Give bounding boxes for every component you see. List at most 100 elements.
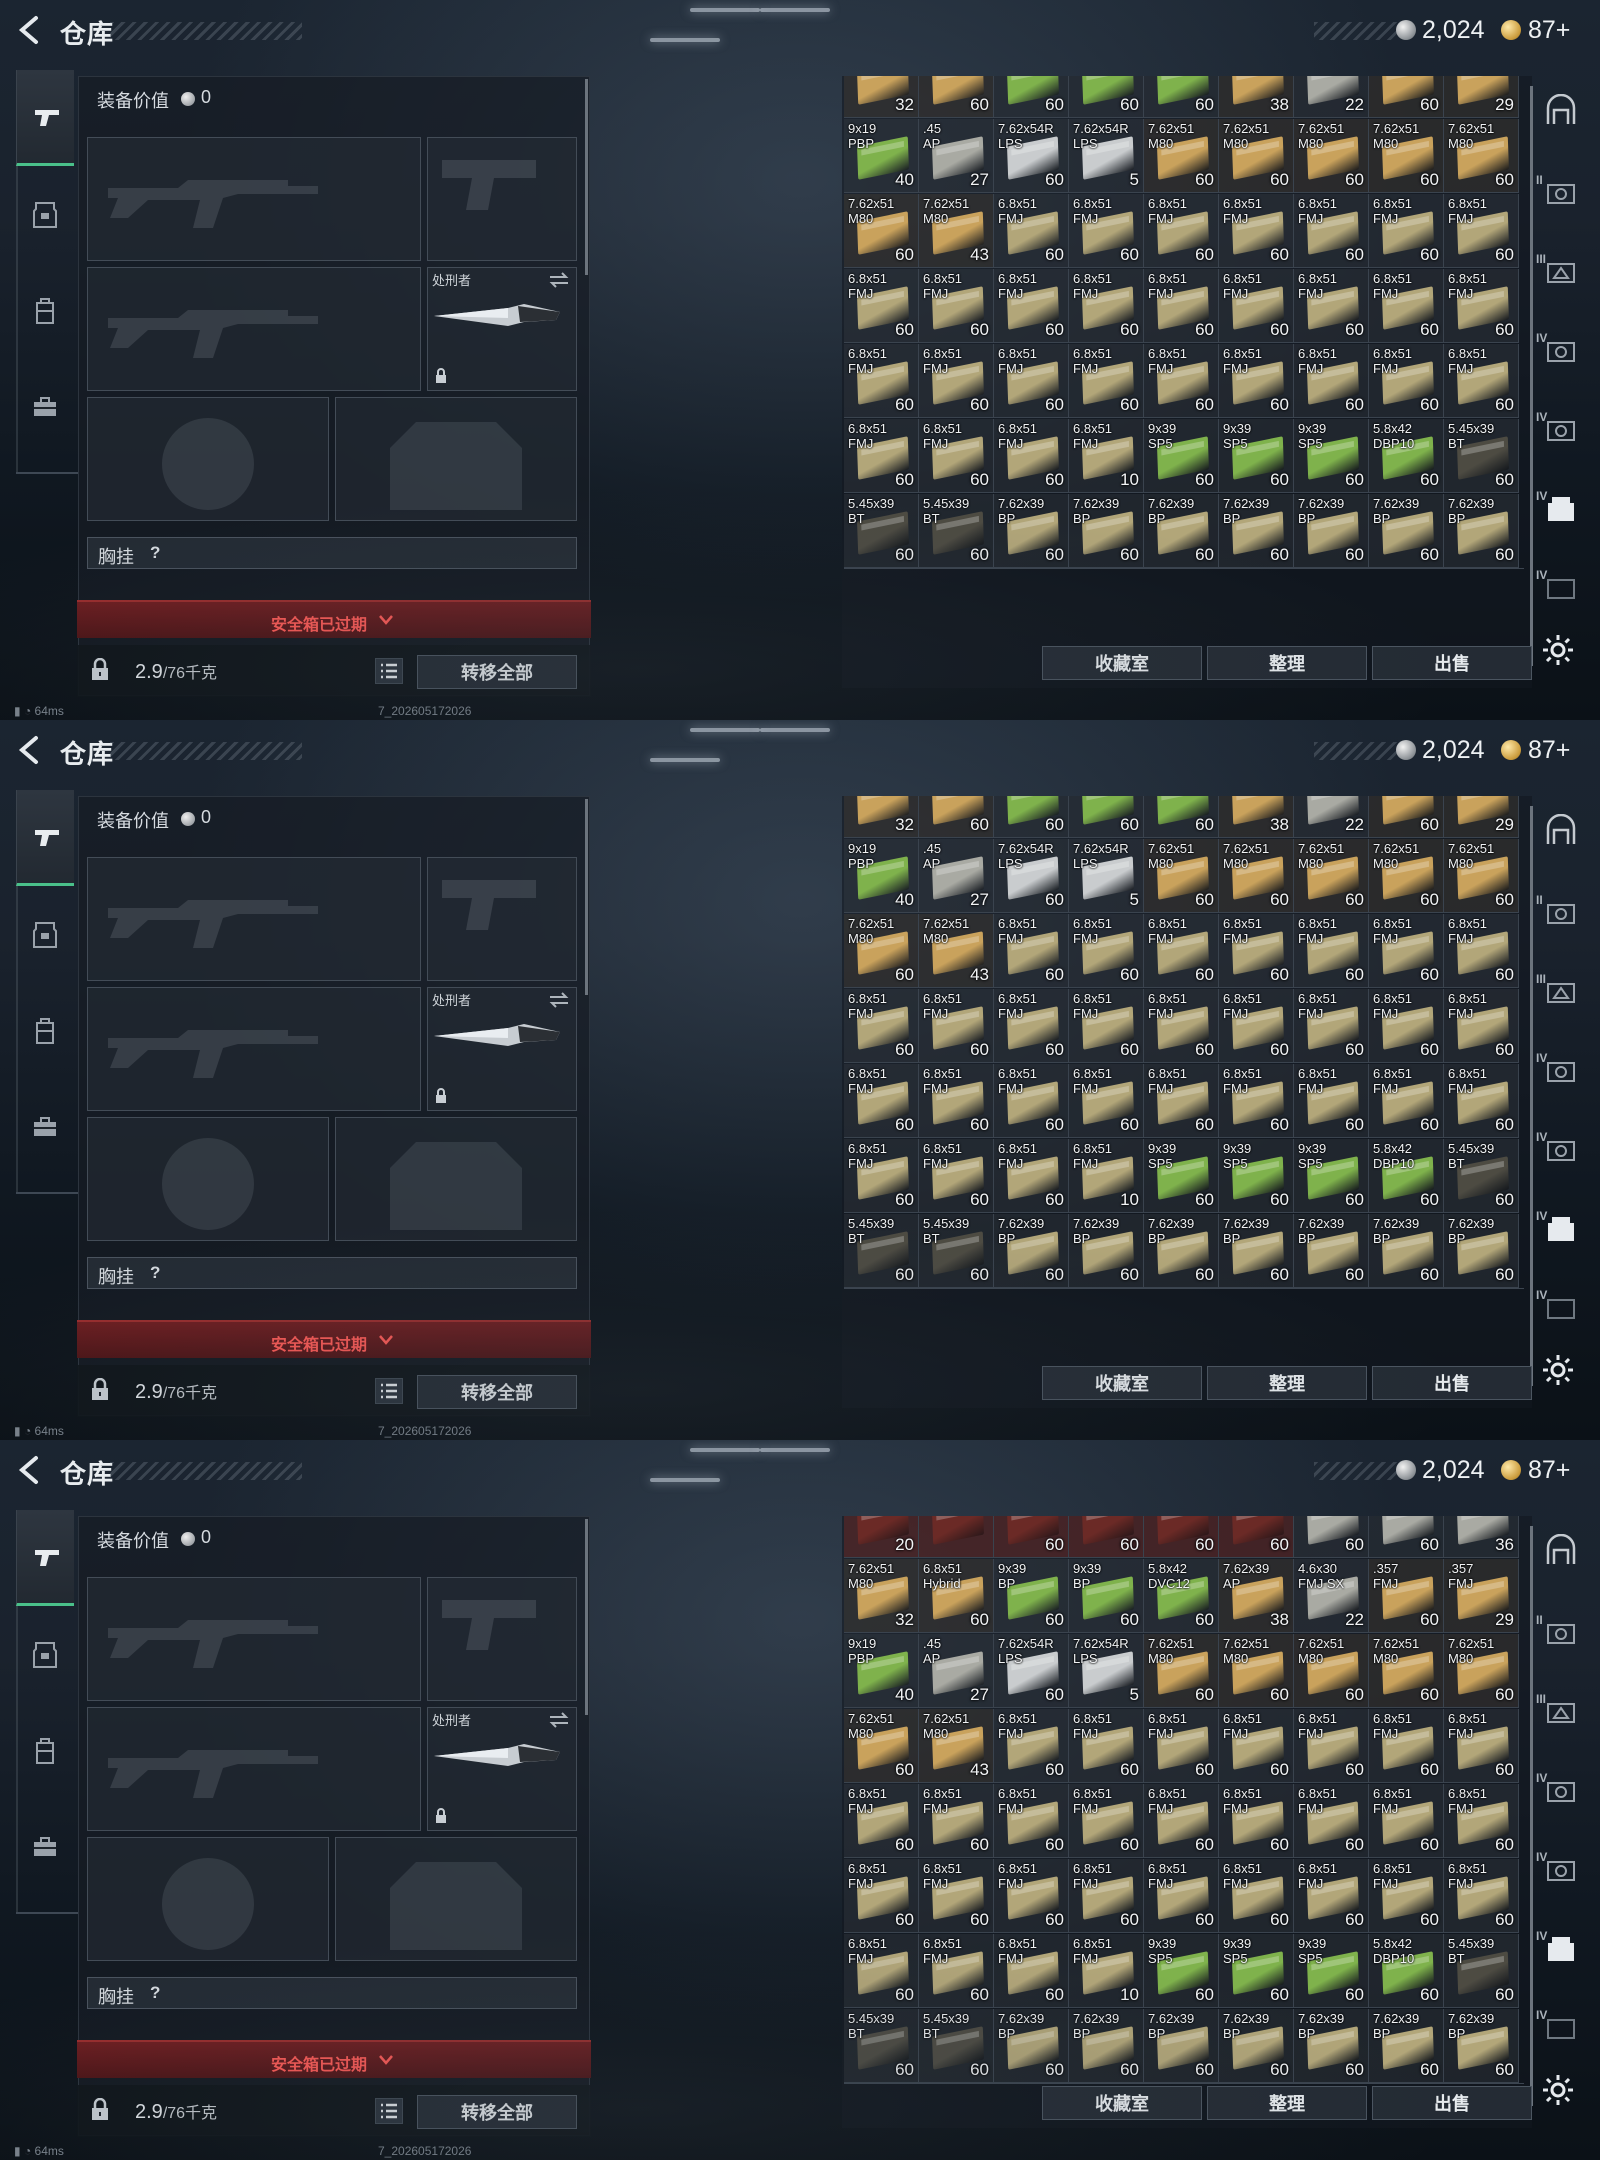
ammo-item-slot[interactable]: 7.62x39 BP 60 bbox=[1144, 494, 1219, 568]
ammo-item-slot[interactable]: 9x39 BP 60 bbox=[1069, 1559, 1144, 1633]
ammo-item-slot[interactable]: 7.62x51 M80 43 bbox=[919, 1709, 994, 1783]
ammo-item-slot[interactable]: 6.8x51 FMJ 60 bbox=[994, 1859, 1069, 1933]
chevron-left-icon[interactable] bbox=[14, 14, 44, 46]
primary-weapon-slot[interactable] bbox=[87, 857, 421, 981]
ammo-item-slot[interactable]: 6.8x51 FMJ 60 bbox=[1444, 1709, 1519, 1783]
ammo-item-slot[interactable]: 6.8x51 FMJ 60 bbox=[844, 344, 919, 418]
back-arrow-icon[interactable] bbox=[14, 14, 44, 46]
ammo-item-slot[interactable]: BP60 bbox=[994, 76, 1069, 118]
ammo-item-slot[interactable]: 7.62x39 BP 60 bbox=[1219, 1214, 1294, 1288]
chest-rig-slot[interactable]: 胸挂? bbox=[87, 1257, 577, 1289]
gold-currency-amount[interactable]: 87+ bbox=[1528, 1456, 1570, 1485]
ammo-item-slot[interactable]: M8032 bbox=[844, 76, 919, 118]
ammo-item-slot[interactable]: 6.8x51 FMJ 60 bbox=[1069, 914, 1144, 988]
ammo-item-slot[interactable]: 6.8x51 FMJ 60 bbox=[994, 1139, 1069, 1213]
ammo-item-slot[interactable]: 6.8x51 FMJ 60 bbox=[1294, 914, 1369, 988]
chevron-down-icon[interactable] bbox=[377, 1332, 395, 1348]
ammo-item-slot[interactable]: 6.8x51 FMJ 60 bbox=[919, 1859, 994, 1933]
ammo-item-slot[interactable]: 6.8x51 FMJ 60 bbox=[1294, 1859, 1369, 1933]
secondary-weapon-slot[interactable] bbox=[427, 137, 577, 261]
ammo-item-slot[interactable]: 6.8x51 FMJ 60 bbox=[1219, 1709, 1294, 1783]
storage-tab[interactable] bbox=[1542, 331, 1580, 369]
nav-item-armor[interactable] bbox=[16, 1606, 74, 1702]
settings-button[interactable] bbox=[1540, 2072, 1576, 2108]
ammo-item-slot[interactable]: 5.45x39 BT 60 bbox=[919, 2009, 994, 2083]
organize-button[interactable]: 整理 bbox=[1207, 1366, 1367, 1400]
ammo-item-slot[interactable]: 6.8x51 FMJ 60 bbox=[1219, 1784, 1294, 1858]
nav-item-case[interactable] bbox=[16, 358, 74, 454]
ammo-item-slot[interactable]: 6.8x51 FMJ 60 bbox=[1444, 914, 1519, 988]
ammo-item-slot[interactable]: 6.8x51 FMJ 60 bbox=[1069, 344, 1144, 418]
safe-box-expired-banner[interactable]: 安全箱已过期 bbox=[77, 600, 591, 638]
nav-item-case[interactable] bbox=[16, 1798, 74, 1894]
melee-weapon-slot[interactable]: 处刑者 bbox=[427, 987, 577, 1111]
back-arrow-icon[interactable] bbox=[14, 1454, 44, 1486]
ammo-item-slot[interactable]: 6.8x51 FMJ 60 bbox=[1069, 269, 1144, 343]
ammo-item-slot[interactable]: 6.8x51 FMJ 60 bbox=[1144, 1709, 1219, 1783]
ammo-item-slot[interactable]: 6.8x51 FMJ 60 bbox=[1294, 1064, 1369, 1138]
ammo-item-slot[interactable]: BP60 bbox=[1069, 76, 1144, 118]
ammo-item-slot[interactable]: 6.8x51 FMJ 60 bbox=[1144, 269, 1219, 343]
ammo-item-slot[interactable]: 29 bbox=[1444, 796, 1519, 838]
ammo-item-slot[interactable]: 7.62x54R LPS 60 bbox=[994, 119, 1069, 193]
ammo-item-slot[interactable]: .357 FMJ 29 bbox=[1444, 1559, 1519, 1633]
ammo-item-slot[interactable]: 6.8x51 FMJ 60 bbox=[1069, 1859, 1144, 1933]
back-arrow-icon[interactable] bbox=[14, 734, 44, 766]
collection-room-button[interactable]: 收藏室 bbox=[1042, 1366, 1202, 1400]
ammo-item-slot[interactable]: 6.8x51 FMJ 60 bbox=[994, 269, 1069, 343]
ammo-item-slot[interactable]: 6.8x51 FMJ 60 bbox=[1144, 344, 1219, 418]
ammo-item-slot[interactable]: 6.8x51 FMJ 60 bbox=[994, 1709, 1069, 1783]
melee-weapon-slot[interactable]: 处刑者 bbox=[427, 267, 577, 391]
equipment-scrollbar[interactable] bbox=[585, 79, 588, 275]
ammo-item-slot[interactable]: 6.8x51 FMJ 60 bbox=[919, 1064, 994, 1138]
ammo-item-slot[interactable]: 7.62x51 M80 60 bbox=[1144, 1634, 1219, 1708]
ammo-item-slot[interactable]: 60 bbox=[1144, 1516, 1219, 1558]
ammo-item-slot[interactable]: 9x39 SP5 60 bbox=[1294, 1139, 1369, 1213]
ammo-item-slot[interactable]: 38 bbox=[1219, 796, 1294, 838]
ammo-item-slot[interactable]: 6.8x51 FMJ 60 bbox=[1294, 1784, 1369, 1858]
ammo-item-slot[interactable]: 6.8x51 FMJ 10 bbox=[1069, 419, 1144, 493]
ammo-item-slot[interactable]: 7.62x39 BP 60 bbox=[1294, 2009, 1369, 2083]
chevron-left-icon[interactable] bbox=[14, 734, 44, 766]
ammo-item-slot[interactable]: 6.8x51 FMJ 60 bbox=[919, 419, 994, 493]
ammo-item-slot[interactable]: 7.62x51 M80 60 bbox=[1294, 1634, 1369, 1708]
nav-item-backpack[interactable] bbox=[16, 1702, 74, 1798]
sell-button[interactable]: 出售 bbox=[1372, 1366, 1532, 1400]
storage-tab[interactable] bbox=[1542, 1533, 1580, 1572]
ammo-item-slot[interactable]: 6.8x51 FMJ 60 bbox=[1444, 1859, 1519, 1933]
ammo-item-slot[interactable]: 6.8x51 FMJ 60 bbox=[1219, 269, 1294, 343]
sell-button[interactable]: 出售 bbox=[1372, 2086, 1532, 2120]
ammo-item-slot[interactable]: 60 bbox=[1369, 796, 1444, 838]
ammo-item-slot[interactable]: 6.8x51 FMJ 60 bbox=[1294, 989, 1369, 1063]
ammo-item-slot[interactable]: 6.8x51 FMJ 60 bbox=[994, 194, 1069, 268]
ammo-item-slot[interactable]: 6.8x51 FMJ 60 bbox=[1219, 989, 1294, 1063]
safe-box-expired-banner[interactable]: 安全箱已过期 bbox=[77, 2040, 591, 2078]
ammo-item-slot[interactable]: 6.8x51 FMJ 60 bbox=[1219, 194, 1294, 268]
transfer-all-button[interactable]: 转移全部 bbox=[417, 2095, 577, 2129]
ammo-item-slot[interactable]: 7.62x51 M80 60 bbox=[1444, 1634, 1519, 1708]
ammo-item-slot[interactable]: 7.62x54R LPS 60 bbox=[994, 839, 1069, 913]
ammo-item-slot[interactable]: 7.62x39 BP 60 bbox=[1069, 1214, 1144, 1288]
ammo-item-slot[interactable]: 7.62x51 M80 60 bbox=[1444, 119, 1519, 193]
secondary-weapon-slot[interactable] bbox=[427, 1577, 577, 1701]
ammo-item-slot[interactable]: 6.8x51 FMJ 60 bbox=[1369, 914, 1444, 988]
helmet-slot[interactable] bbox=[87, 1117, 329, 1241]
ammo-item-slot[interactable]: 5.45x39 BT 60 bbox=[919, 494, 994, 568]
ammo-item-slot[interactable]: 6.8x51 FMJ 60 bbox=[1369, 1859, 1444, 1933]
ammo-item-slot[interactable]: 7.62x51 M80 60 bbox=[1219, 119, 1294, 193]
ammo-item-slot[interactable]: 6.8x51 FMJ 60 bbox=[1294, 1709, 1369, 1783]
helmet-slot[interactable] bbox=[87, 397, 329, 521]
nav-item-case[interactable] bbox=[16, 1078, 74, 1174]
ammo-item-slot[interactable]: 6.8x51 FMJ 60 bbox=[1444, 194, 1519, 268]
gold-currency-amount[interactable]: 87+ bbox=[1528, 736, 1570, 765]
ammo-item-slot[interactable]: 7.62x39 BP 60 bbox=[994, 1214, 1069, 1288]
ammo-item-slot[interactable]: 6.8x51 FMJ 60 bbox=[1444, 1064, 1519, 1138]
ammo-item-slot[interactable]: 5.45x39 BT 60 bbox=[844, 2009, 919, 2083]
ammo-item-slot[interactable]: 6.8x51 FMJ 60 bbox=[1144, 1859, 1219, 1933]
ammo-item-slot[interactable]: 6.8x51 FMJ 60 bbox=[919, 1139, 994, 1213]
storage-tab[interactable] bbox=[1542, 1209, 1580, 1247]
tertiary-weapon-slot[interactable] bbox=[87, 267, 421, 391]
ammo-item-slot[interactable]: 7.62x51 M80 60 bbox=[1444, 839, 1519, 913]
ammo-item-slot[interactable]: 7.62x39 BP 60 bbox=[1369, 2009, 1444, 2083]
storage-tab[interactable] bbox=[1542, 2008, 1580, 2046]
